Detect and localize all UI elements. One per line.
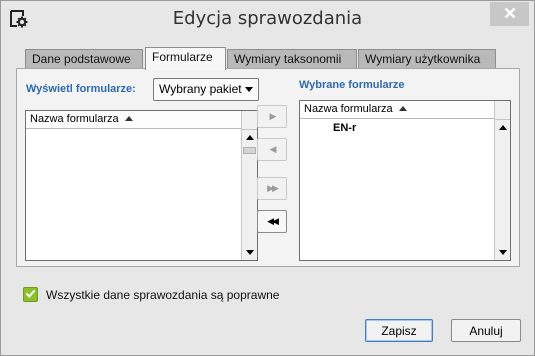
vertical-scrollbar[interactable]	[494, 101, 510, 260]
data-valid-label: Wszystkie dane sprawozdania są poprawne	[46, 288, 280, 302]
tab-label: Dane podstawowe	[32, 52, 131, 66]
list-item[interactable]: EN-r	[301, 121, 494, 135]
sort-ascending-icon	[398, 106, 407, 111]
cancel-button[interactable]: Anuluj	[451, 319, 521, 342]
double-arrow-right-icon: ▶▶	[267, 183, 279, 193]
chevron-down-icon	[245, 87, 253, 92]
add-all-button[interactable]: ▶▶	[257, 177, 287, 200]
filter-label: Wyświetl formularze:	[26, 83, 136, 95]
vertical-scrollbar[interactable]	[241, 111, 257, 260]
scroll-up-button[interactable]	[495, 119, 510, 134]
column-header-form-name[interactable]: Nazwa formularza	[300, 101, 494, 119]
selected-forms-list[interactable]: Nazwa formularza EN-r	[299, 100, 511, 261]
close-icon	[504, 7, 516, 22]
tab-label: Wymiary użytkownika	[365, 52, 481, 66]
title-bar: Edycja sprawozdania	[1, 1, 534, 37]
save-button[interactable]: Zapisz	[365, 319, 433, 342]
tab-dane-podstawowe[interactable]: Dane podstawowe	[25, 49, 143, 69]
arrow-up-icon	[245, 134, 254, 140]
forms-panel: Wyświetl formularze: Wybrany pakiet Wybr…	[16, 68, 520, 267]
tab-formularze[interactable]: Formularze	[145, 47, 226, 70]
tab-wymiary-taksonomii[interactable]: Wymiary taksonomii	[227, 49, 357, 69]
sort-ascending-icon	[124, 116, 133, 121]
arrow-down-icon	[245, 250, 254, 255]
selected-forms-title: Wybrane formularze	[299, 79, 405, 91]
arrow-down-icon	[498, 250, 507, 255]
dialog-window: Edycja sprawozdania Dane podstawowe Form…	[0, 0, 535, 356]
scroll-down-button[interactable]	[242, 245, 257, 260]
double-arrow-left-icon: ◀◀	[267, 216, 279, 226]
scroll-up-button[interactable]	[242, 129, 257, 144]
column-header-form-name[interactable]: Nazwa formularza	[26, 111, 241, 129]
column-header-label: Nazwa formularza	[30, 113, 119, 125]
select-value: Wybrany pakiet	[159, 82, 242, 96]
scroll-down-button[interactable]	[495, 245, 510, 260]
scroll-thumb[interactable]	[243, 147, 256, 154]
window-title: Edycja sprawozdania	[172, 8, 363, 29]
available-forms-list[interactable]: Nazwa formularza	[25, 110, 258, 261]
remove-selected-button[interactable]: ◀	[257, 138, 287, 161]
arrow-up-icon	[498, 124, 507, 130]
package-filter-select[interactable]: Wybrany pakiet	[153, 78, 259, 101]
tab-label: Formularze	[152, 50, 213, 64]
tab-label: Wymiary taksonomii	[234, 52, 342, 66]
tab-wymiary-uzytkownika[interactable]: Wymiary użytkownika	[358, 49, 496, 69]
arrow-left-icon: ◀	[269, 144, 277, 154]
remove-all-button[interactable]: ◀◀	[257, 210, 287, 233]
close-button[interactable]	[490, 2, 529, 26]
arrow-right-icon: ▶	[269, 111, 277, 121]
column-header-label: Nazwa formularza	[304, 103, 393, 115]
data-valid-checkbox[interactable]	[23, 287, 38, 302]
checkmark-icon	[25, 288, 36, 302]
add-selected-button[interactable]: ▶	[257, 105, 287, 128]
